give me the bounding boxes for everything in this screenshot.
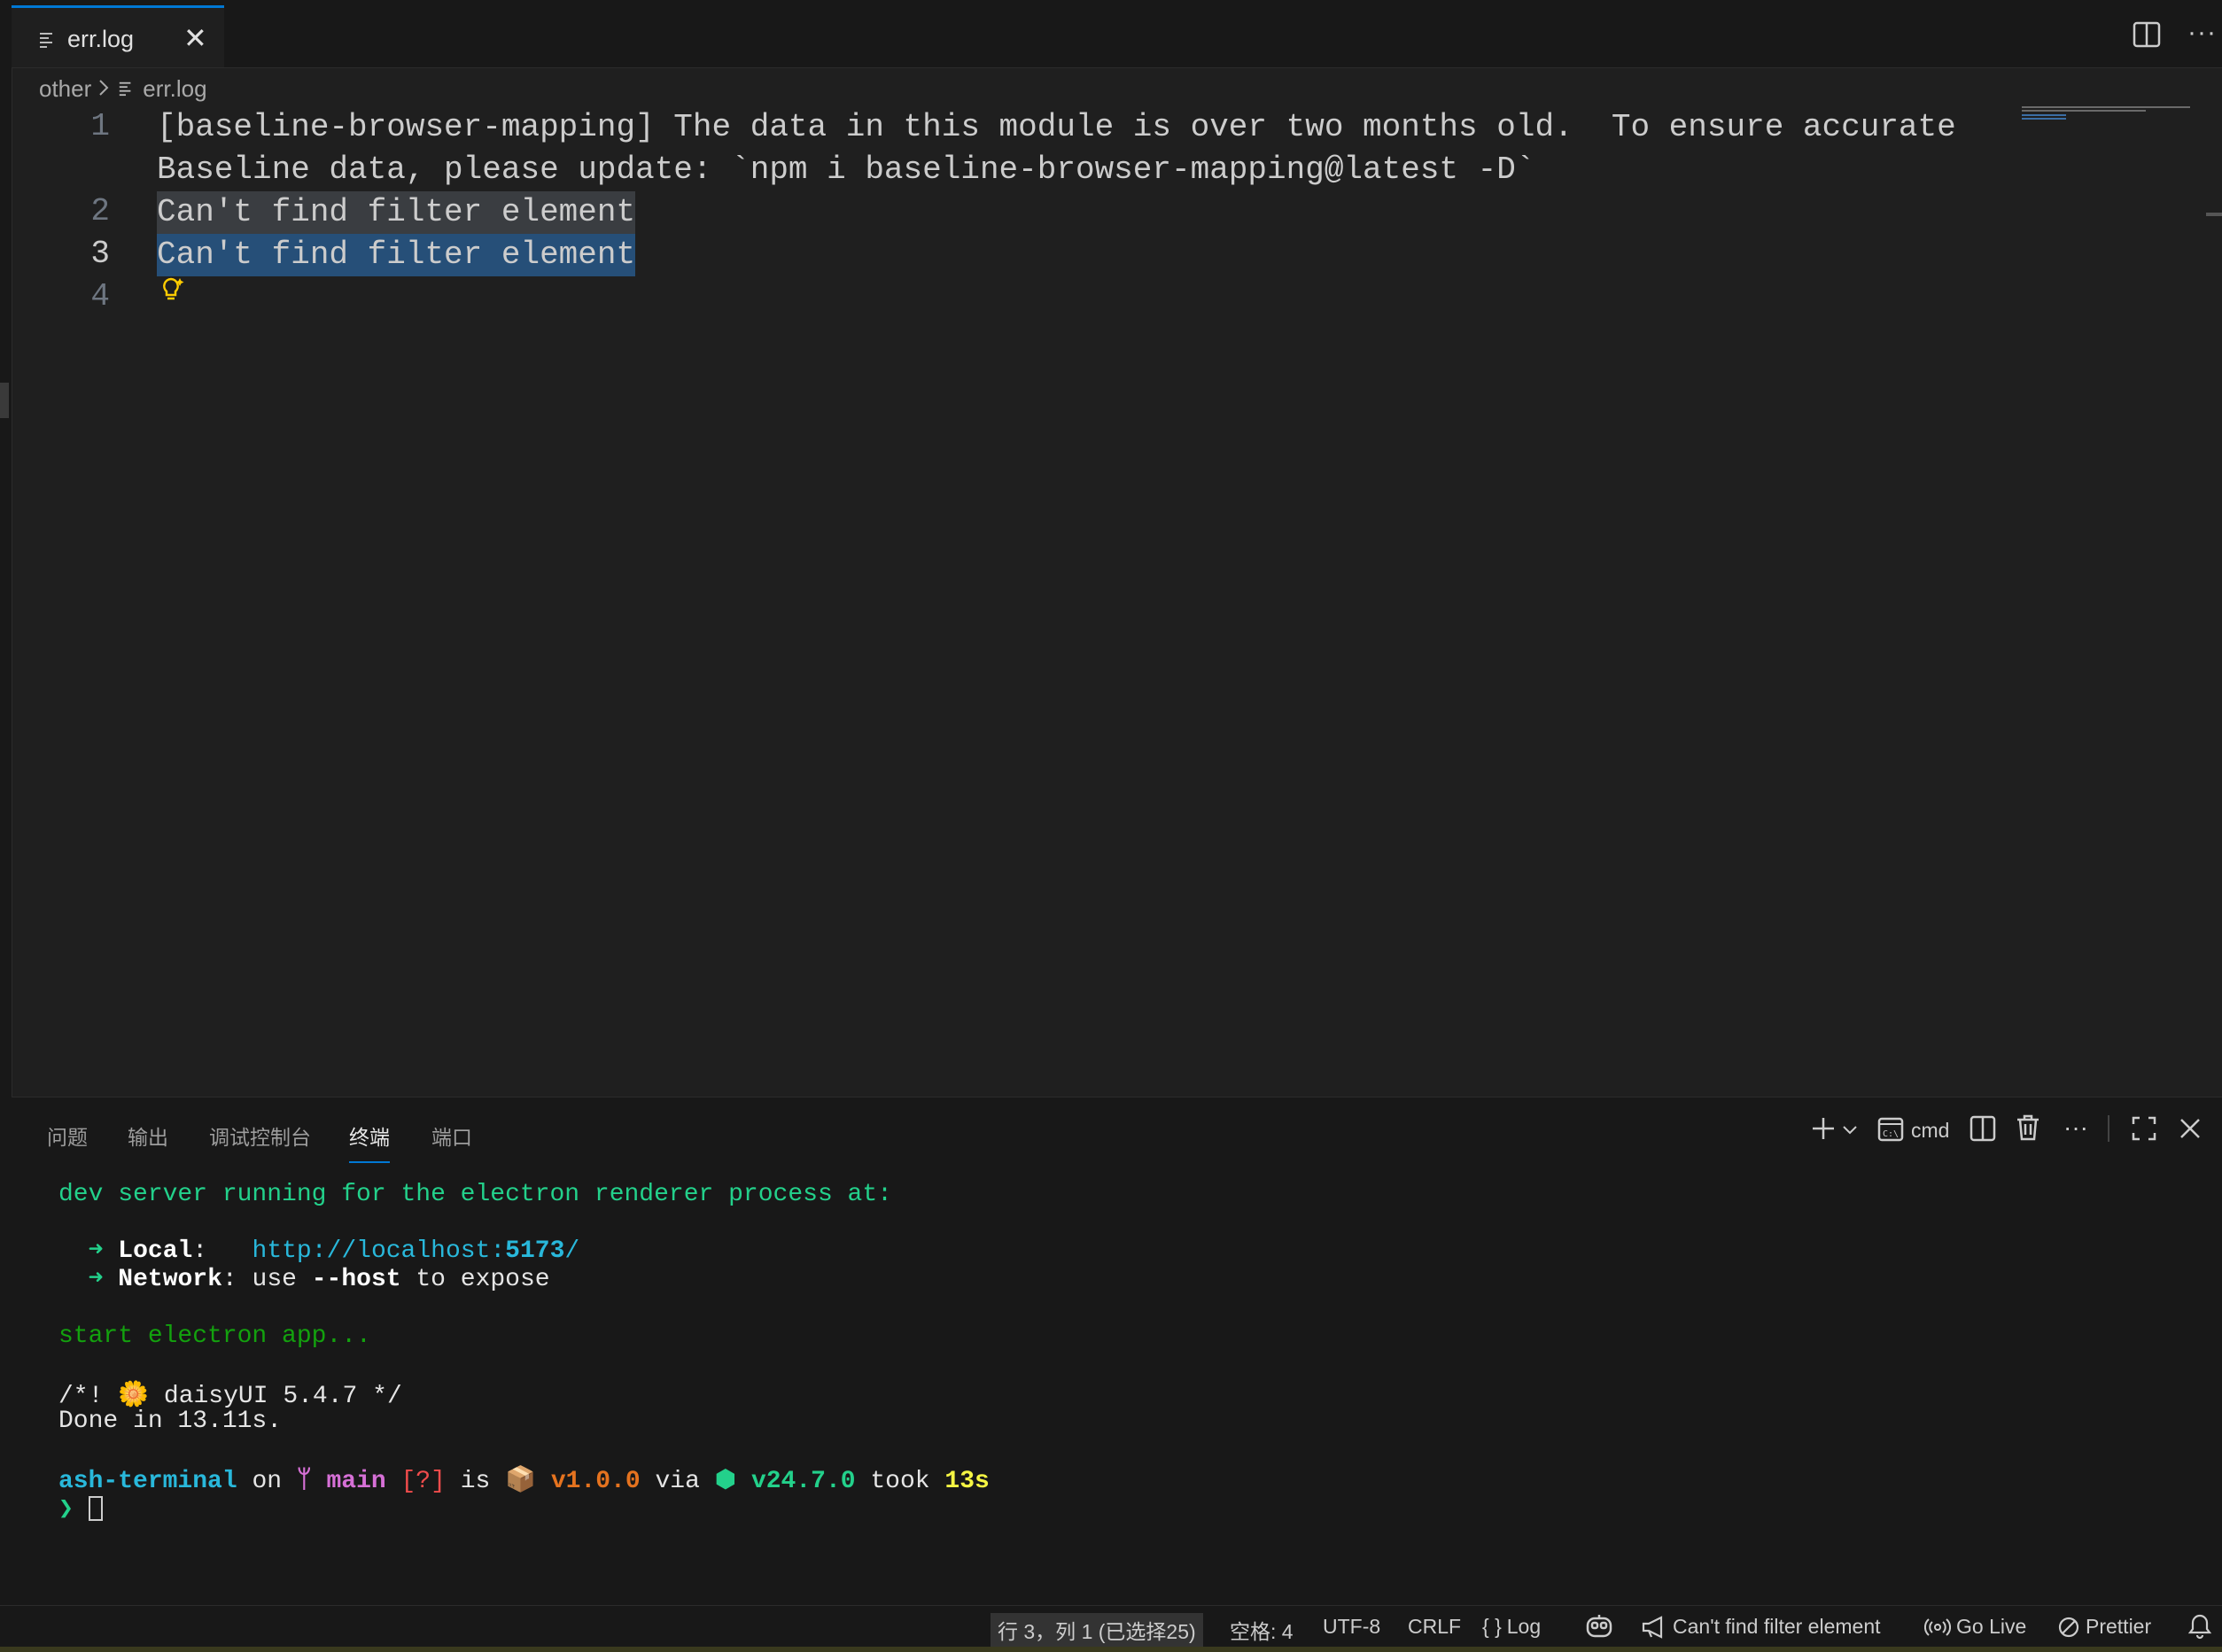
scrollbar-thumb[interactable]	[2206, 213, 2222, 216]
chevron-down-icon[interactable]	[1842, 1124, 1858, 1140]
editor-tab-bar: err.log ✕ ···	[12, 0, 2222, 68]
terminal-line: dev server running for the electron rend…	[58, 1181, 892, 1208]
broadcast-icon	[1924, 1617, 1951, 1636]
tab-label: err.log	[67, 26, 135, 52]
close-icon[interactable]: ✕	[183, 24, 207, 52]
file-lines-icon	[118, 75, 134, 103]
code-line-selected: Can't find filter element	[157, 191, 636, 234]
status-prettier[interactable]: Prettier	[2057, 1615, 2151, 1639]
tab-problems[interactable]: 问题	[47, 1121, 88, 1151]
divider	[2108, 1115, 2109, 1142]
maximize-icon[interactable]	[2131, 1115, 2157, 1146]
terminal-line: Done in 13.11s.	[58, 1408, 283, 1435]
minimap[interactable]	[2022, 106, 2190, 124]
terminal-cursor	[88, 1496, 103, 1521]
split-terminal-icon[interactable]	[1970, 1115, 1996, 1146]
split-editor-icon[interactable]	[2133, 21, 2161, 52]
megaphone-icon	[1642, 1615, 1663, 1639]
bell-icon[interactable]	[2188, 1613, 2211, 1640]
terminal-prompt: ash-terminal on ᛘ main [?] is 📦 v1.0.0 v…	[58, 1468, 990, 1495]
trash-icon[interactable]	[2016, 1113, 2040, 1146]
line-number-active: 3	[90, 236, 110, 272]
tab-debug-console[interactable]: 调试控制台	[209, 1121, 311, 1151]
tab-ports[interactable]: 端口	[431, 1121, 472, 1151]
breadcrumb-file[interactable]: err.log	[143, 75, 206, 103]
lightbulb-sparkle-icon[interactable]	[160, 276, 185, 309]
node-icon: ⬢	[714, 1468, 737, 1495]
plus-icon[interactable]	[1810, 1115, 1837, 1146]
git-branch-icon: ᛘ	[296, 1468, 327, 1495]
braces-icon: { }	[1482, 1615, 1502, 1638]
terminal-line-daisy: /*! 🌼 daisyUI 5.4.7 */	[58, 1383, 402, 1410]
terminal-line-local: ➜ Local: http://localhost:5173/	[88, 1237, 580, 1265]
terminal-cmd-icon: C:\	[1877, 1117, 1904, 1146]
terminal-line-network: ➜ Network: use --host to expose	[88, 1266, 550, 1293]
breadcrumb: other err.log	[39, 73, 207, 105]
status-eol[interactable]: CRLF	[1408, 1615, 1461, 1639]
shell-label[interactable]: cmd	[1911, 1119, 1949, 1143]
status-language[interactable]: { } Log	[1482, 1615, 1541, 1639]
strip-indicator	[0, 383, 9, 418]
svg-text:C:\: C:\	[1883, 1129, 1899, 1139]
line-number: 4	[90, 278, 110, 314]
tab-err-log[interactable]: err.log ✕	[12, 5, 224, 67]
package-icon: 📦	[505, 1468, 537, 1495]
breadcrumb-folder[interactable]: other	[39, 75, 91, 103]
more-icon[interactable]: ···	[2063, 1113, 2088, 1142]
status-cursor-position[interactable]: 行 3，列 1 (已选择25)	[991, 1613, 1203, 1647]
prohibited-icon	[2058, 1617, 2079, 1637]
tab-terminal[interactable]: 终端	[349, 1121, 390, 1163]
code-line-selected: Can't find filter element	[157, 234, 636, 276]
status-bar: 行 3，列 1 (已选择25) 空格: 4 UTF-8 CRLF { } Log …	[0, 1605, 2222, 1652]
copilot-icon[interactable]	[1584, 1613, 1614, 1640]
code-line-wrap: Baseline data, please update: `npm i bas…	[157, 151, 1535, 188]
code-line: [baseline-browser-mapping] The data in t…	[157, 109, 1956, 145]
flower-icon: 🌼	[118, 1383, 150, 1410]
file-lines-icon	[38, 31, 56, 53]
more-actions-icon[interactable]: ···	[2187, 18, 2217, 48]
status-encoding[interactable]: UTF-8	[1323, 1615, 1380, 1639]
tab-output[interactable]: 输出	[128, 1121, 168, 1151]
chevron-right-icon	[98, 75, 109, 103]
line-number: 1	[90, 108, 110, 144]
status-indentation[interactable]: 空格: 4	[1230, 1615, 1294, 1645]
status-notification[interactable]: Can't find filter element	[1641, 1615, 1881, 1639]
status-underline	[0, 1647, 2222, 1652]
terminal-line: start electron app...	[58, 1322, 371, 1350]
terminal-input-line[interactable]: ❯	[58, 1493, 103, 1524]
status-go-live[interactable]: Go Live	[1924, 1615, 2026, 1639]
bottom-panel: 问题 输出 调试控制台 终端 端口 C:\ cmd ··· dev server…	[12, 1097, 2222, 1606]
close-icon[interactable]	[2179, 1117, 2202, 1144]
line-number: 2	[90, 193, 110, 229]
